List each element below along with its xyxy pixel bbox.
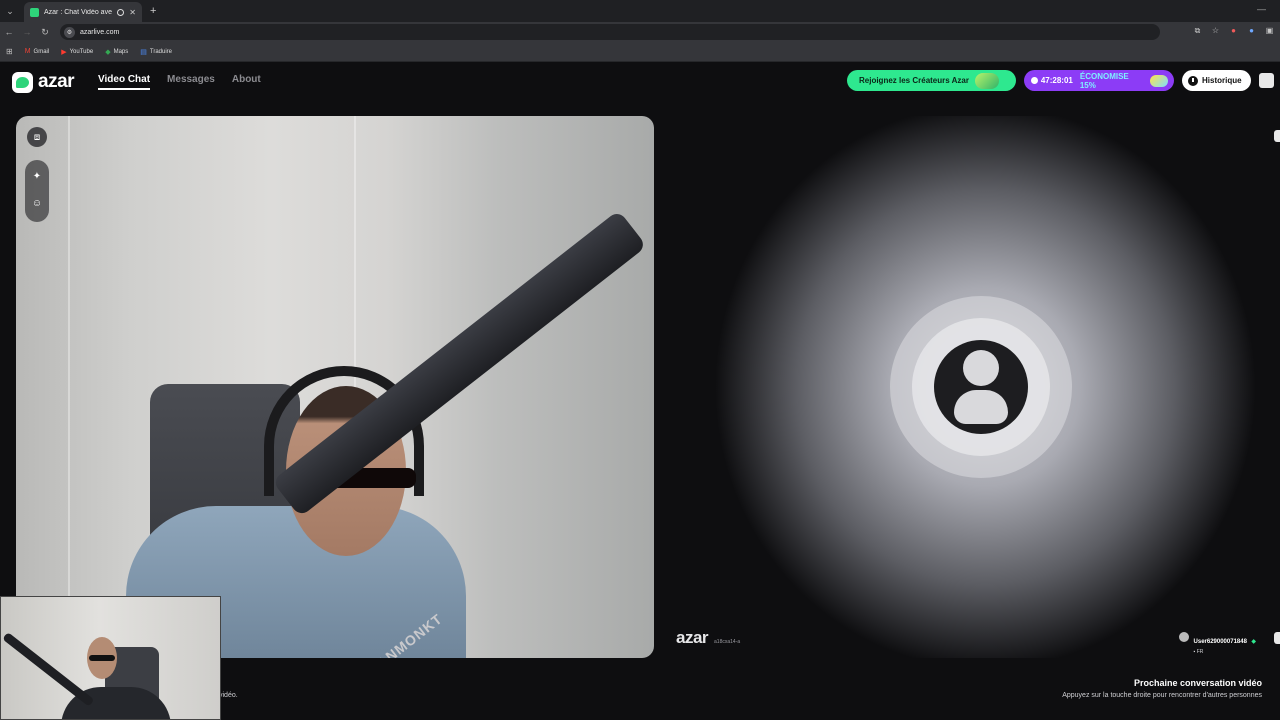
nav-video-chat[interactable]: Video Chat <box>98 74 151 90</box>
url-text[interactable]: azarlive.com <box>80 29 119 36</box>
new-tab-icon[interactable]: + <box>150 5 156 17</box>
nav-about[interactable]: About <box>232 74 261 90</box>
header-actions: Rejoignez les Créateurs Azar 47:28:01 ÉC… <box>847 70 1274 91</box>
timer-icon <box>1031 77 1038 84</box>
address-bar: ← → ↻ ⚙ azarlive.com ⧉ ☆ ● ● ▣ <box>0 22 1280 42</box>
switch-camera-icon[interactable]: ⧈ <box>27 127 47 147</box>
creators-decoration-icon <box>974 72 999 89</box>
next-conversation-hint: Prochaine conversation vidéo Appuyez sur… <box>1062 678 1262 699</box>
face-mask-icon[interactable]: ☺ <box>27 193 47 213</box>
left-hint: vidéo. <box>219 692 238 699</box>
promo-timer: 47:28:01 <box>1040 76 1073 85</box>
promo-timer-button[interactable]: 47:28:01 ÉCONOMISE 15% <box>1024 70 1174 91</box>
bookmark-maps[interactable]: ◆ Maps <box>105 48 128 56</box>
bookmark-youtube[interactable]: ▶ YouTube <box>61 48 93 56</box>
partner-username: User629000071848 <box>1193 639 1247 645</box>
extension-red-icon[interactable]: ● <box>1229 26 1238 35</box>
wall-seam <box>68 116 70 658</box>
gem-icon <box>1150 74 1168 87</box>
promo-discount: ÉCONOMISE 15% <box>1079 71 1129 90</box>
next-conversation-subtitle: Appuyez sur la touche droite pour rencon… <box>1062 692 1262 699</box>
bookmarks-bar: ⊞ M Gmail ▶ YouTube ◆ Maps ▤ Traduire <box>0 42 1280 62</box>
main-nav: Video Chat Messages About <box>98 74 261 90</box>
chat-icon[interactable] <box>1274 632 1280 644</box>
creators-label: Rejoignez les Créateurs Azar <box>859 76 969 85</box>
browser-tab[interactable]: Azar : Chat Vidéo avec de ... ✕ <box>24 2 142 22</box>
site-info-icon[interactable]: ⚙ <box>64 26 75 38</box>
next-conversation-title: Prochaine conversation vidéo <box>1133 678 1262 688</box>
youtube-icon: ▶ <box>61 48 67 56</box>
partner-video-feed: azar a18cxa14-a User629000071848 ◆ ▪ FR <box>666 116 1280 658</box>
history-label: Historique <box>1202 76 1242 85</box>
nav-messages[interactable]: Messages <box>167 74 215 90</box>
partner-user-info[interactable]: User629000071848 ◆ ▪ FR <box>1178 630 1256 655</box>
side-panel-icon[interactable] <box>1274 130 1280 142</box>
translate-icon: ▤ <box>140 48 147 56</box>
logo-text: azar <box>38 71 75 92</box>
recording-icon <box>117 8 125 16</box>
watermark-logo: azar <box>676 628 709 647</box>
tab-title: Azar : Chat Vidéo avec de ... <box>44 8 112 16</box>
clock-icon <box>1188 75 1198 86</box>
extension-blue-icon[interactable]: ● <box>1247 26 1256 35</box>
partner-country: ▪ FR <box>1193 649 1204 655</box>
reload-icon[interactable]: ↻ <box>36 27 54 38</box>
creators-button[interactable]: Rejoignez les Créateurs Azar <box>847 70 1016 91</box>
overlay-mic-arm <box>2 631 95 707</box>
bookmark-star-icon[interactable]: ☆ <box>1211 26 1220 35</box>
microphone-arm <box>271 209 647 518</box>
bookmark-translate[interactable]: ▤ Traduire <box>140 48 172 56</box>
verified-shield-icon: ◆ <box>1251 639 1256 645</box>
back-icon[interactable]: ← <box>0 27 18 37</box>
inbox-icon[interactable] <box>1259 73 1274 88</box>
magic-wand-icon[interactable]: ✦ <box>27 166 47 186</box>
azar-logo-icon <box>12 71 33 93</box>
forward-icon[interactable]: → <box>18 27 36 37</box>
default-avatar-icon <box>934 340 1028 434</box>
user-avatar-icon <box>1178 632 1189 642</box>
extensions-puzzle-icon[interactable]: ▣ <box>1265 26 1274 35</box>
install-app-icon[interactable]: ⧉ <box>1193 26 1202 35</box>
azar-favicon-icon <box>30 7 39 17</box>
omnibox[interactable]: ⚙ azarlive.com <box>60 24 1160 40</box>
apps-grid-icon[interactable]: ⊞ <box>6 47 13 56</box>
azar-watermark: azar a18cxa14-a <box>676 628 740 648</box>
browser-tab-bar: ⌄ Azar : Chat Vidéo avec de ... ✕ + — <box>0 0 1280 22</box>
watermark-id: a18cxa14-a <box>714 639 741 645</box>
tab-search-icon[interactable]: ⌄ <box>0 0 20 22</box>
gmail-icon: M <box>24 48 31 55</box>
maps-pin-icon: ◆ <box>105 48 111 56</box>
self-video-feed: XANMONKT ⧈ ✦ ☺ <box>16 116 654 658</box>
webcam-overlay <box>0 596 221 720</box>
azar-logo[interactable]: azar <box>12 71 75 93</box>
overlay-sunglasses <box>89 655 115 661</box>
history-button[interactable]: Historique <box>1182 70 1251 91</box>
minimize-icon[interactable]: — <box>1257 4 1266 14</box>
close-tab-icon[interactable]: ✕ <box>129 8 136 17</box>
bookmark-gmail[interactable]: M Gmail <box>25 48 50 55</box>
